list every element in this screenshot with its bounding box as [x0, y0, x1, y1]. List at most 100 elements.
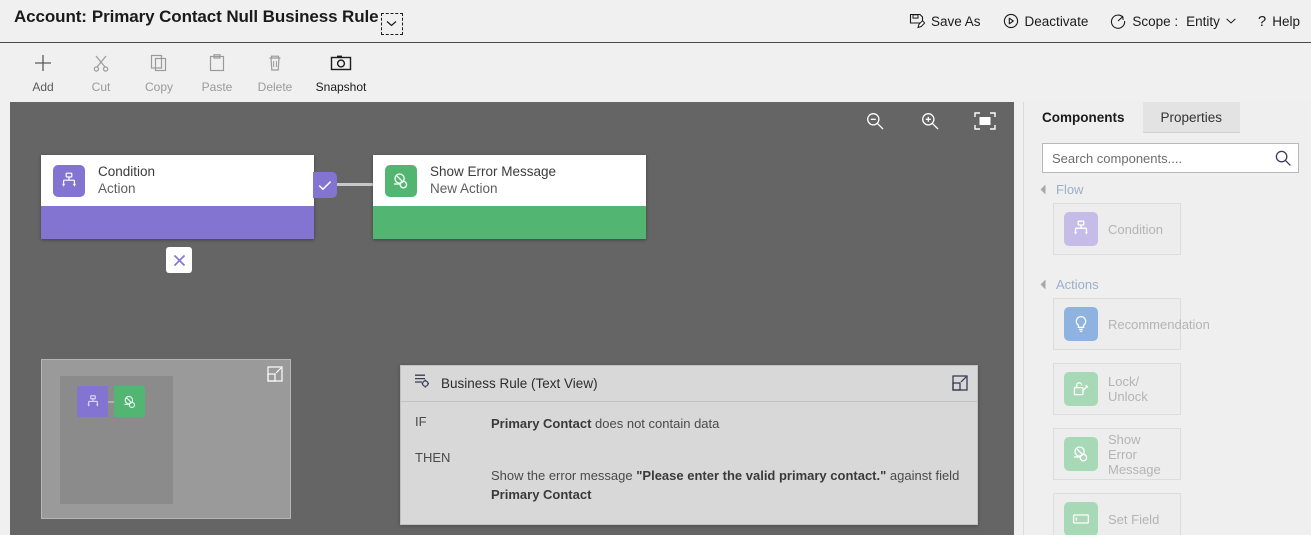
component-card-label: Recommendation: [1108, 316, 1210, 332]
help-label: Help: [1272, 13, 1300, 29]
rule-clause-if: IF Primary Contact does not contain data: [415, 414, 963, 433]
triangle-collapse-icon: [1040, 184, 1051, 195]
deactivate-button[interactable]: Deactivate: [992, 0, 1100, 42]
node-labels: Condition Action: [98, 164, 155, 197]
component-card-lock-unlock[interactable]: Lock/ Unlock: [1053, 363, 1181, 415]
node-title: Show Error Message: [430, 164, 557, 179]
node-subtitle: Action: [98, 180, 136, 196]
canvas-zoom-tools: [864, 110, 996, 132]
then-keyword: THEN: [415, 450, 451, 465]
group-header-actions[interactable]: Actions: [1024, 268, 1311, 298]
node-title: Condition: [98, 164, 156, 179]
if-operator: does not contain data: [595, 416, 720, 431]
scope-selector[interactable]: Scope : Entity: [1099, 0, 1247, 42]
ribbon-paste-label: Paste: [201, 80, 233, 94]
expand-icon[interactable]: [952, 375, 968, 391]
set-field-icon: [1064, 502, 1098, 535]
deactivate-icon: [1003, 13, 1019, 29]
ribbon-snapshot-label: Snapshot: [315, 80, 367, 94]
command-ribbon: Add Cut Copy Paste Delete Snapshot: [0, 44, 1311, 102]
ribbon-cut[interactable]: Cut: [72, 44, 130, 94]
scissors-icon: [91, 50, 111, 76]
scope-icon: [1110, 13, 1126, 29]
panel-tabs: Components Properties: [1024, 102, 1311, 133]
ribbon-add-label: Add: [32, 80, 54, 94]
header-actions: Save As Deactivate Scope: Entity ? Help: [898, 0, 1311, 42]
then-middle: against field: [889, 468, 960, 483]
group-actions-cards: Recommendation Lock/ Unlock Show Error M…: [1024, 298, 1311, 535]
then-prefix: Show the error message: [491, 468, 633, 483]
search-input[interactable]: [1043, 144, 1268, 172]
component-card-label: Show Error Message: [1108, 431, 1161, 477]
tab-properties[interactable]: Properties: [1142, 102, 1241, 133]
text-view-body: IF Primary Contact does not contain data…: [401, 402, 977, 504]
camera-icon: [330, 50, 352, 76]
group-actions-label: Actions: [1056, 277, 1099, 292]
chevron-down-icon[interactable]: [380, 12, 403, 35]
page-title-name: Primary Contact Null Business Rule: [91, 7, 379, 27]
component-card-label: Set Field: [1108, 511, 1160, 527]
ribbon-copy-label: Copy: [144, 80, 173, 94]
node-header: Show Error Message New Action: [373, 155, 646, 206]
tab-components[interactable]: Components: [1024, 102, 1143, 133]
minimap-expand-icon[interactable]: [267, 366, 283, 382]
tab-properties-label: Properties: [1160, 109, 1223, 125]
show-error-message-icon: [1064, 437, 1098, 471]
plus-icon: [33, 50, 53, 76]
copy-icon: [149, 50, 169, 76]
zoom-in-icon[interactable]: [919, 110, 941, 132]
component-card-recommendation[interactable]: Recommendation: [1053, 298, 1210, 350]
component-card-show-error-message[interactable]: Show Error Message: [1053, 428, 1181, 480]
node-header: Condition Action: [41, 155, 314, 206]
if-clause: Primary Contact does not contain data: [491, 414, 963, 433]
search-area: [1024, 133, 1311, 173]
scope-label: Scope :: [1132, 13, 1179, 29]
save-as-icon: [909, 13, 926, 29]
app-header: Account: Primary Contact Null Business Ru…: [0, 0, 1311, 43]
ribbon-paste[interactable]: Paste: [188, 44, 246, 94]
group-header-flow[interactable]: Flow: [1024, 173, 1311, 203]
rule-canvas[interactable]: Condition Action Show Error Message New …: [10, 102, 1014, 535]
check-icon[interactable]: [313, 172, 337, 198]
condition-icon: [1064, 212, 1098, 246]
node-body: [373, 206, 646, 239]
minimap-viewport[interactable]: [60, 376, 173, 504]
then-clause: Show the error message "Please enter the…: [491, 466, 963, 504]
business-rule-text-view: Business Rule (Text View) IF Primary Con…: [400, 365, 978, 525]
question-mark-icon: ?: [1257, 12, 1267, 30]
triangle-collapse-icon: [1040, 279, 1051, 290]
ribbon-cut-label: Cut: [91, 80, 111, 94]
node-body: [41, 206, 314, 239]
ribbon-add[interactable]: Add: [14, 44, 72, 94]
rule-settings-icon: [413, 372, 431, 395]
component-card-label: Condition: [1108, 221, 1163, 237]
component-card-set-field[interactable]: Set Field: [1053, 493, 1181, 535]
component-card-condition[interactable]: Condition: [1053, 203, 1181, 255]
if-keyword: IF: [415, 414, 427, 429]
if-field: Primary Contact: [491, 416, 592, 431]
node-connector: [337, 183, 375, 186]
ribbon-snapshot[interactable]: Snapshot: [304, 44, 378, 94]
lock-unlock-icon: [1064, 372, 1098, 406]
canvas-node-show-error-message[interactable]: Show Error Message New Action: [373, 155, 646, 239]
node-labels: Show Error Message New Action: [430, 164, 556, 197]
component-card-label: Lock/ Unlock: [1108, 374, 1148, 404]
canvas-node-condition[interactable]: Condition Action: [41, 155, 314, 239]
business-rule-designer: Account: Primary Contact Null Business Ru…: [0, 0, 1311, 535]
close-icon[interactable]: [166, 247, 192, 273]
fit-to-screen-icon[interactable]: [974, 110, 996, 132]
text-view-title: Business Rule (Text View): [441, 376, 598, 391]
deactivate-label: Deactivate: [1024, 13, 1089, 29]
help-button[interactable]: ? Help: [1247, 0, 1311, 42]
ribbon-delete[interactable]: Delete: [246, 44, 304, 94]
ribbon-copy[interactable]: Copy: [130, 44, 188, 94]
canvas-minimap[interactable]: [41, 359, 291, 519]
zoom-out-icon[interactable]: [864, 110, 886, 132]
search-box[interactable]: [1042, 143, 1299, 173]
tab-components-label: Components: [1042, 109, 1125, 125]
then-message: "Please enter the valid primary contact.…: [636, 468, 887, 483]
save-as-button[interactable]: Save As: [898, 0, 992, 42]
search-icon[interactable]: [1268, 149, 1298, 167]
page-title: Account: Primary Contact Null Business Ru…: [14, 7, 403, 35]
page-title-prefix: Account:: [14, 7, 87, 27]
